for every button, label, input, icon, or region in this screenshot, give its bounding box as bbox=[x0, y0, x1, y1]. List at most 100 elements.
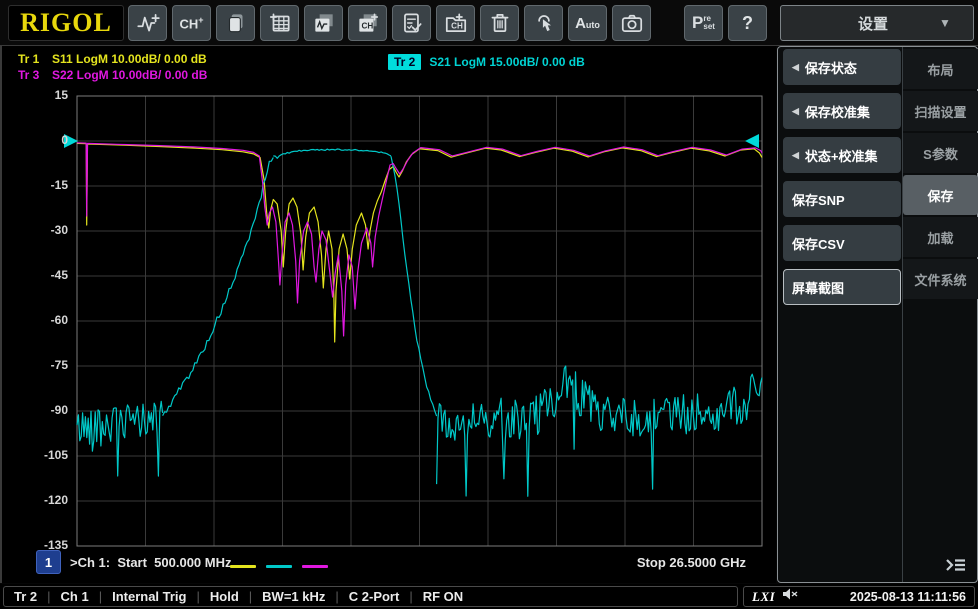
toolbar-button-group-right: P re set ? bbox=[684, 5, 767, 41]
sidebar-tab-4[interactable]: 保存 bbox=[903, 175, 978, 215]
sidebar-tabs: 布局 扫描设置 S参数 保存 加载 文件系统 bbox=[902, 47, 978, 582]
status-system: LXI 2025-08-13 11:11:56 bbox=[743, 586, 975, 607]
y-tick-label: -75 bbox=[50, 358, 68, 372]
trace-add-icon bbox=[135, 10, 161, 36]
table-add-button[interactable] bbox=[260, 5, 299, 41]
speaker-muted-icon[interactable] bbox=[782, 587, 798, 606]
touch-icon bbox=[531, 10, 557, 36]
trace3-swatch bbox=[302, 565, 328, 568]
toolbar: RIGOL CH+ CH CH Auto P re set ? 设置 ▼ bbox=[0, 0, 978, 46]
softkey-5[interactable]: 保存CSV bbox=[783, 225, 901, 261]
trash-icon bbox=[487, 10, 513, 36]
sidebar-header-dropdown[interactable]: 设置 ▼ bbox=[780, 5, 974, 41]
clipboard-check-button[interactable] bbox=[392, 5, 431, 41]
trace2-legend[interactable]: Tr 2 S21 LogM 15.00dB/ 0.00 dB bbox=[388, 54, 585, 70]
y-tick-label: -105 bbox=[43, 448, 68, 462]
folder-channel-icon: CH bbox=[443, 10, 469, 36]
status-indicators: Tr 2Ch 1Internal TrigHoldBW=1 kHzC 2-Por… bbox=[3, 586, 738, 607]
status-item: Hold bbox=[186, 589, 239, 604]
plot-svg bbox=[64, 95, 763, 547]
softkey-3[interactable]: ◀ 状态+校准集 bbox=[783, 137, 901, 173]
auto-icon: Auto bbox=[575, 14, 600, 32]
camera-button[interactable] bbox=[612, 5, 651, 41]
svg-text:CH: CH bbox=[361, 21, 373, 30]
clipboard-check-icon bbox=[399, 10, 425, 36]
y-tick-label: 15 bbox=[54, 88, 68, 102]
softkey-label: 保存校准集 bbox=[804, 104, 870, 120]
preset-label-big: P bbox=[692, 13, 704, 32]
help-button[interactable]: ? bbox=[728, 5, 767, 41]
camera-icon bbox=[619, 10, 645, 36]
table-add-icon bbox=[267, 10, 293, 36]
status-item: RF ON bbox=[399, 589, 463, 604]
channel-add-button[interactable]: CH+ bbox=[172, 5, 211, 41]
status-item: Tr 2 bbox=[14, 589, 38, 604]
trace1-swatch bbox=[230, 565, 256, 568]
softkey-label: 保存SNP bbox=[792, 192, 845, 208]
softkey-4[interactable]: 保存SNP bbox=[783, 181, 901, 217]
softkey-label: 屏幕截图 bbox=[792, 280, 845, 296]
vna-screen: RIGOL CH+ CH CH Auto P re set ? 设置 ▼ 15 0 -15 -… bbox=[0, 0, 978, 609]
channel-start-label: >Ch 1: Start 500.000 MHz bbox=[70, 555, 232, 570]
active-trace-badge: Tr 2 bbox=[388, 54, 422, 70]
softkey-label: 保存CSV bbox=[792, 236, 845, 252]
status-item: BW=1 kHz bbox=[239, 589, 325, 604]
toolbar-button-group: CH+ CH CH Auto bbox=[128, 5, 651, 41]
trace-add-button[interactable] bbox=[128, 5, 167, 41]
brand-logo: RIGOL bbox=[8, 5, 124, 41]
folder-channel-button[interactable]: CH bbox=[436, 5, 475, 41]
pages-icon bbox=[223, 10, 249, 36]
submenu-arrow-icon: ◀ bbox=[792, 105, 799, 116]
status-item: Ch 1 bbox=[37, 589, 89, 604]
trace1-legend[interactable]: Tr 1 S11 LogM 10.00dB/ 0.00 dB bbox=[18, 52, 207, 66]
trace2-swatch bbox=[266, 565, 292, 568]
window-trace-button[interactable] bbox=[304, 5, 343, 41]
y-tick-label: 0 bbox=[61, 133, 68, 147]
collapse-menu-icon[interactable] bbox=[941, 553, 971, 577]
chart-area: 15 0 -15 -30 -45 -60 -75 -90 -105 -120 -135 Tr 1 S1… bbox=[0, 46, 776, 583]
sidebar-tab-2[interactable]: 扫描设置 bbox=[903, 91, 978, 131]
preset-label-small: re set bbox=[703, 13, 715, 31]
sidebar-softkeys: ◀ 保存状态 ◀ 保存校准集 ◀ 状态+校准集保存SNP 保存CSV 屏幕截图 bbox=[783, 49, 901, 313]
window-trace-icon bbox=[311, 10, 337, 36]
softkey-label: 保存状态 bbox=[804, 60, 857, 76]
help-icon: ? bbox=[742, 12, 753, 33]
submenu-arrow-icon: ◀ bbox=[792, 61, 799, 72]
softkey-2[interactable]: ◀ 保存校准集 bbox=[783, 93, 901, 129]
softkey-6[interactable]: 屏幕截图 bbox=[783, 269, 901, 305]
channel-stop-label: Stop 26.5000 GHz bbox=[636, 555, 746, 570]
sidebar-tab-3[interactable]: S参数 bbox=[903, 133, 978, 173]
auto-button[interactable]: Auto bbox=[568, 5, 607, 41]
softkey-label: 状态+校准集 bbox=[804, 148, 878, 164]
y-tick-label: -60 bbox=[50, 313, 68, 327]
pages-button[interactable] bbox=[216, 5, 255, 41]
sidebar-tab-1[interactable]: 布局 bbox=[903, 49, 978, 89]
preset-button[interactable]: P re set bbox=[684, 5, 723, 41]
y-tick-label: -15 bbox=[50, 178, 68, 192]
sidebar-tab-5[interactable]: 加载 bbox=[903, 217, 978, 257]
sidebar-title: 设置 bbox=[857, 15, 888, 33]
svg-text:CH: CH bbox=[451, 21, 463, 30]
y-tick-label: -30 bbox=[50, 223, 68, 237]
channel-badge[interactable]: 1 bbox=[36, 550, 61, 574]
status-item: C 2-Port bbox=[325, 589, 400, 604]
status-bar: Tr 2Ch 1Internal TrigHoldBW=1 kHzC 2-Por… bbox=[0, 584, 978, 609]
reference-level-marker bbox=[745, 134, 759, 148]
y-tick-label: -45 bbox=[50, 268, 68, 282]
y-tick-label: -90 bbox=[50, 403, 68, 417]
channel-add-icon: CH+ bbox=[179, 14, 204, 32]
chevron-down-icon: ▼ bbox=[939, 16, 951, 30]
y-tick-label: -120 bbox=[43, 493, 68, 507]
trace3-legend[interactable]: Tr 3 S22 LogM 10.00dB/ 0.00 dB bbox=[18, 68, 207, 82]
submenu-arrow-icon: ◀ bbox=[792, 149, 799, 160]
sidebar-menu: ◀ 保存状态 ◀ 保存校准集 ◀ 状态+校准集保存SNP 保存CSV 屏幕截图 布局 扫描设置 S… bbox=[777, 46, 978, 583]
lxi-logo: LXI bbox=[752, 588, 776, 604]
channel-footer: 1 >Ch 1: Start 500.000 MHz Stop 26.5000 … bbox=[2, 546, 778, 578]
window-channel-add-button[interactable]: CH bbox=[348, 5, 387, 41]
softkey-1[interactable]: ◀ 保存状态 bbox=[783, 49, 901, 85]
trash-button[interactable] bbox=[480, 5, 519, 41]
sidebar-tab-6[interactable]: 文件系统 bbox=[903, 259, 978, 299]
window-channel-add-icon: CH bbox=[355, 10, 381, 36]
clock: 2025-08-13 11:11:56 bbox=[849, 589, 966, 604]
touch-button[interactable] bbox=[524, 5, 563, 41]
